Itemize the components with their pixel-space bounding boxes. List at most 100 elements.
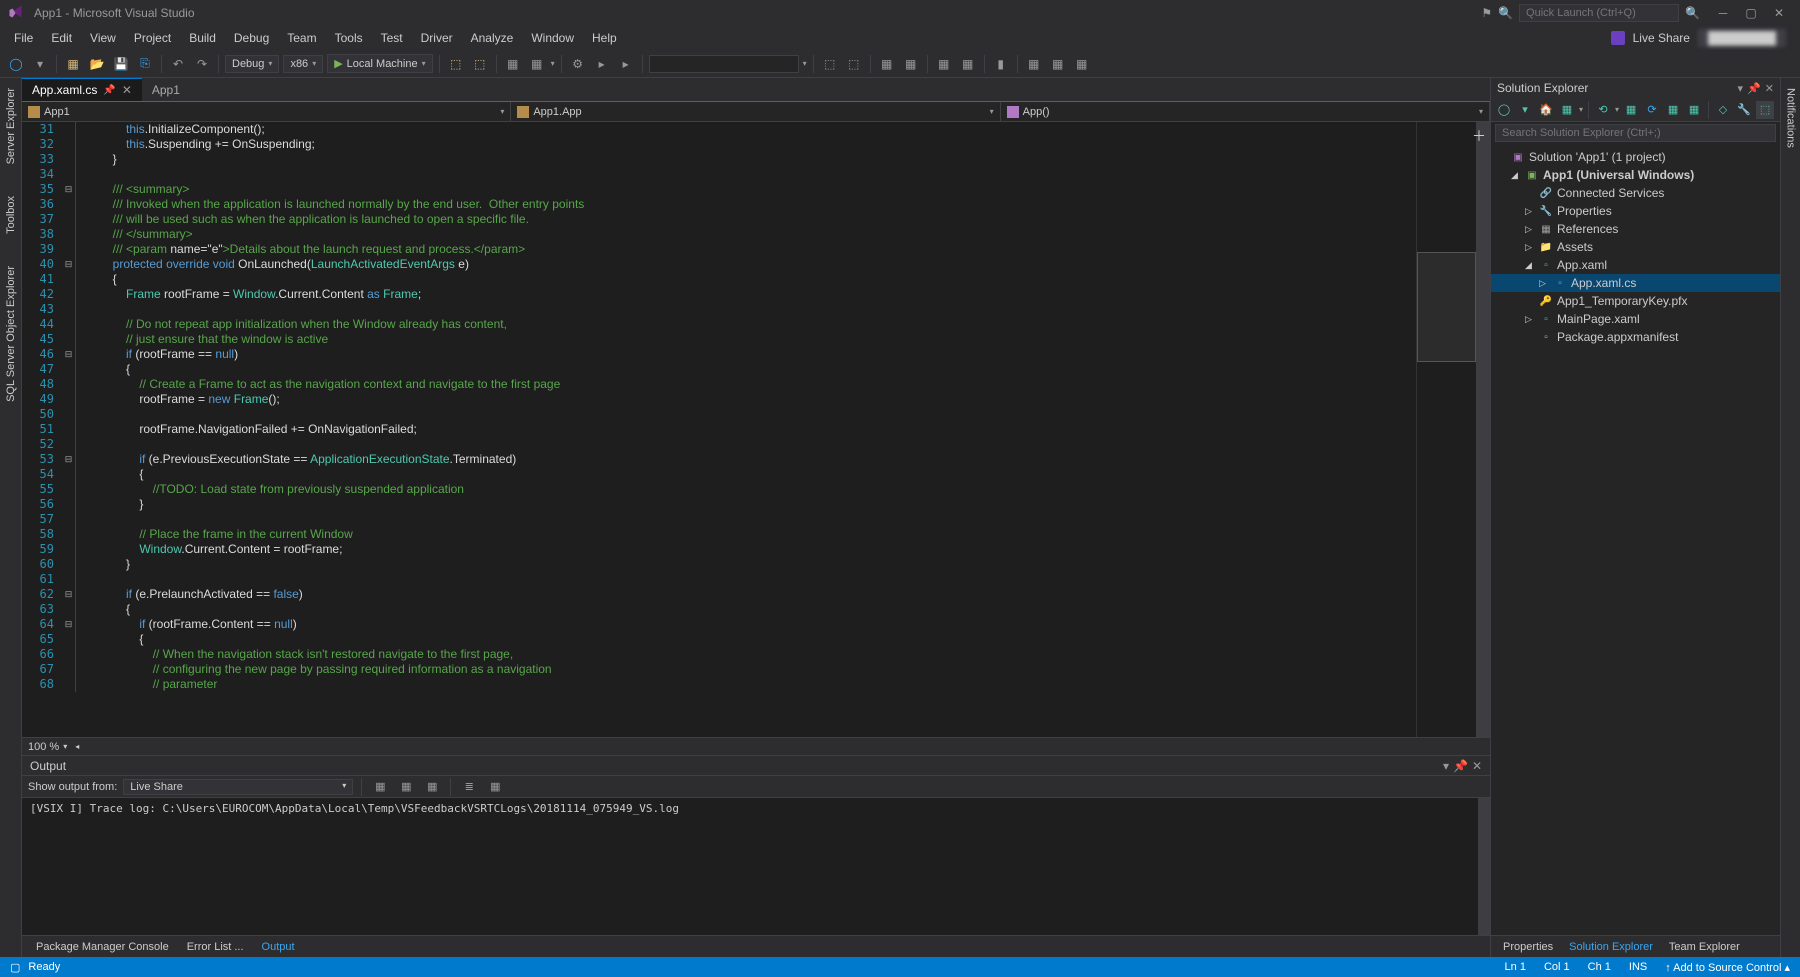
pin-icon[interactable]: 📌 xyxy=(103,85,115,96)
redo-icon[interactable]: ↷ xyxy=(192,54,212,74)
output-source-combo[interactable]: Live Share▾ xyxy=(123,779,353,795)
se-i4[interactable]: ▦ xyxy=(1664,101,1682,119)
tb-i8[interactable]: ▦ xyxy=(901,54,921,74)
bottom-tab[interactable]: Error List ... xyxy=(179,939,252,955)
menu-help[interactable]: Help xyxy=(584,29,625,47)
forward-button[interactable]: ▾ xyxy=(30,54,50,74)
tree-node[interactable]: ▷▫App.xaml.cs xyxy=(1491,274,1780,292)
left-tab-sql-server-object-explorer[interactable]: SQL Server Object Explorer xyxy=(3,260,19,408)
quick-launch-input[interactable] xyxy=(1519,4,1679,22)
solution-root[interactable]: ▣Solution 'App1' (1 project) xyxy=(1491,148,1780,166)
nav-member-combo[interactable]: App()▾ xyxy=(1001,102,1490,121)
output-scrollbar[interactable] xyxy=(1478,798,1490,935)
doc-tab[interactable]: App.xaml.cs📌✕ xyxy=(22,78,142,101)
output-close-icon[interactable]: ✕ xyxy=(1472,759,1482,773)
tree-node[interactable]: ▷🔧Properties xyxy=(1491,202,1780,220)
status-source-control[interactable]: ↑ Add to Source Control ▴ xyxy=(1665,961,1790,974)
minimize-button[interactable]: ─ xyxy=(1710,2,1736,24)
save-all-icon[interactable]: ⎘ xyxy=(135,54,155,74)
output-wrap-icon[interactable]: ▦ xyxy=(422,777,442,797)
tb-i11[interactable]: ▮ xyxy=(991,54,1011,74)
tree-node[interactable]: ▷📁Assets xyxy=(1491,238,1780,256)
tree-node[interactable]: ◢▫App.xaml xyxy=(1491,256,1780,274)
tb-icon-2[interactable]: ⬚ xyxy=(470,54,490,74)
process-icon[interactable]: ⚙ xyxy=(568,54,588,74)
solution-tree[interactable]: ▣Solution 'App1' (1 project)◢▣App1 (Univ… xyxy=(1491,144,1780,935)
output-i4[interactable]: ≣ xyxy=(459,777,479,797)
se-i5[interactable]: ▦ xyxy=(1685,101,1703,119)
menu-analyze[interactable]: Analyze xyxy=(463,29,522,47)
se-wrench-icon[interactable]: 🔧 xyxy=(1735,101,1753,119)
project-node[interactable]: ◢▣App1 (Universal Windows) xyxy=(1491,166,1780,184)
left-tab-server-explorer[interactable]: Server Explorer xyxy=(3,82,19,170)
tree-node[interactable]: ▷▫MainPage.xaml xyxy=(1491,310,1780,328)
nav-project-combo[interactable]: App1▾ xyxy=(22,102,511,121)
thread-combo[interactable] xyxy=(649,55,799,73)
se-i1[interactable]: ▾ xyxy=(1516,101,1534,119)
solution-search-input[interactable] xyxy=(1495,124,1776,142)
se-dropdown-icon[interactable]: ▾ xyxy=(1738,82,1744,95)
maximize-button[interactable]: ▢ xyxy=(1738,2,1764,24)
code-area[interactable]: this.InitializeComponent(); this.Suspend… xyxy=(76,122,1416,737)
right-bottom-tab[interactable]: Solution Explorer xyxy=(1561,939,1661,955)
flag-icon[interactable]: ⚑ xyxy=(1481,6,1492,20)
se-i3[interactable]: ▦ xyxy=(1622,101,1640,119)
menu-test[interactable]: Test xyxy=(373,29,411,47)
solution-config-combo[interactable]: Debug▾ xyxy=(225,55,279,73)
output-dropdown-icon[interactable]: ▾ xyxy=(1443,759,1449,773)
menu-project[interactable]: Project xyxy=(126,29,179,47)
left-tab-toolbox[interactable]: Toolbox xyxy=(3,190,19,240)
se-i6[interactable]: ◇ xyxy=(1714,101,1732,119)
code-editor[interactable]: ＋ 31323334353637383940414243444546474849… xyxy=(22,122,1490,737)
new-project-icon[interactable]: ▦ xyxy=(63,54,83,74)
right-bottom-tab[interactable]: Team Explorer xyxy=(1661,939,1748,955)
live-share-button[interactable]: Live Share xyxy=(1633,31,1690,45)
menu-debug[interactable]: Debug xyxy=(226,29,277,47)
menu-tools[interactable]: Tools xyxy=(327,29,371,47)
nav-class-combo[interactable]: App1.App▾ xyxy=(511,102,1000,121)
tb-i7[interactable]: ▦ xyxy=(877,54,897,74)
se-back-icon[interactable]: ◯ xyxy=(1495,101,1513,119)
notifications-tab[interactable]: Notifications xyxy=(1783,82,1799,154)
add-split-icon[interactable]: ＋ xyxy=(1472,126,1486,146)
tb-i5[interactable]: ⬚ xyxy=(820,54,840,74)
save-icon[interactable]: 💾 xyxy=(111,54,131,74)
close-tab-icon[interactable]: ✕ xyxy=(122,83,132,97)
quick-launch-search-icon[interactable]: 🔍 xyxy=(1685,6,1700,20)
tb-i14[interactable]: ▦ xyxy=(1072,54,1092,74)
tree-node[interactable]: 🔗Connected Services xyxy=(1491,184,1780,202)
tb-i9[interactable]: ▦ xyxy=(934,54,954,74)
bottom-tab[interactable]: Output xyxy=(254,939,303,955)
tb-i10[interactable]: ▦ xyxy=(958,54,978,74)
menu-team[interactable]: Team xyxy=(279,29,324,47)
menu-view[interactable]: View xyxy=(82,29,124,47)
zoom-level[interactable]: 100 % xyxy=(28,741,59,753)
tb-i6[interactable]: ⬚ xyxy=(844,54,864,74)
tree-node[interactable]: 🔑App1_TemporaryKey.pfx xyxy=(1491,292,1780,310)
menu-edit[interactable]: Edit xyxy=(43,29,80,47)
tb-i13[interactable]: ▦ xyxy=(1048,54,1068,74)
se-sync-icon[interactable]: ⟲ xyxy=(1594,101,1612,119)
bottom-tab[interactable]: Package Manager Console xyxy=(28,939,177,955)
menu-window[interactable]: Window xyxy=(523,29,582,47)
back-button[interactable]: ◯ xyxy=(6,54,26,74)
vertical-scrollbar[interactable] xyxy=(1476,122,1490,737)
se-i2[interactable]: ▦ xyxy=(1558,101,1576,119)
se-home-icon[interactable]: 🏠 xyxy=(1537,101,1555,119)
output-toggle-icon[interactable]: ▦ xyxy=(396,777,416,797)
start-debug-button[interactable]: ▶Local Machine▾ xyxy=(327,54,432,73)
search-icon[interactable]: 🔍 xyxy=(1498,6,1513,20)
tree-node[interactable]: ▫Package.appxmanifest xyxy=(1491,328,1780,346)
fold-gutter[interactable]: ⊟⊟⊟⊟⊟⊟ xyxy=(62,122,76,737)
undo-icon[interactable]: ↶ xyxy=(168,54,188,74)
tree-node[interactable]: ▷▦References xyxy=(1491,220,1780,238)
solution-platform-combo[interactable]: x86▾ xyxy=(283,55,323,73)
doc-tab[interactable]: App1 xyxy=(142,78,190,101)
se-pin-icon[interactable]: 📌 xyxy=(1747,82,1761,95)
tb-play-small[interactable]: ▸ xyxy=(592,54,612,74)
tb-icon-3[interactable]: ▦ xyxy=(503,54,523,74)
code-minimap[interactable] xyxy=(1416,122,1476,737)
se-close-icon[interactable]: ✕ xyxy=(1765,82,1774,95)
menu-build[interactable]: Build xyxy=(181,29,224,47)
tb-continue[interactable]: ▸ xyxy=(616,54,636,74)
